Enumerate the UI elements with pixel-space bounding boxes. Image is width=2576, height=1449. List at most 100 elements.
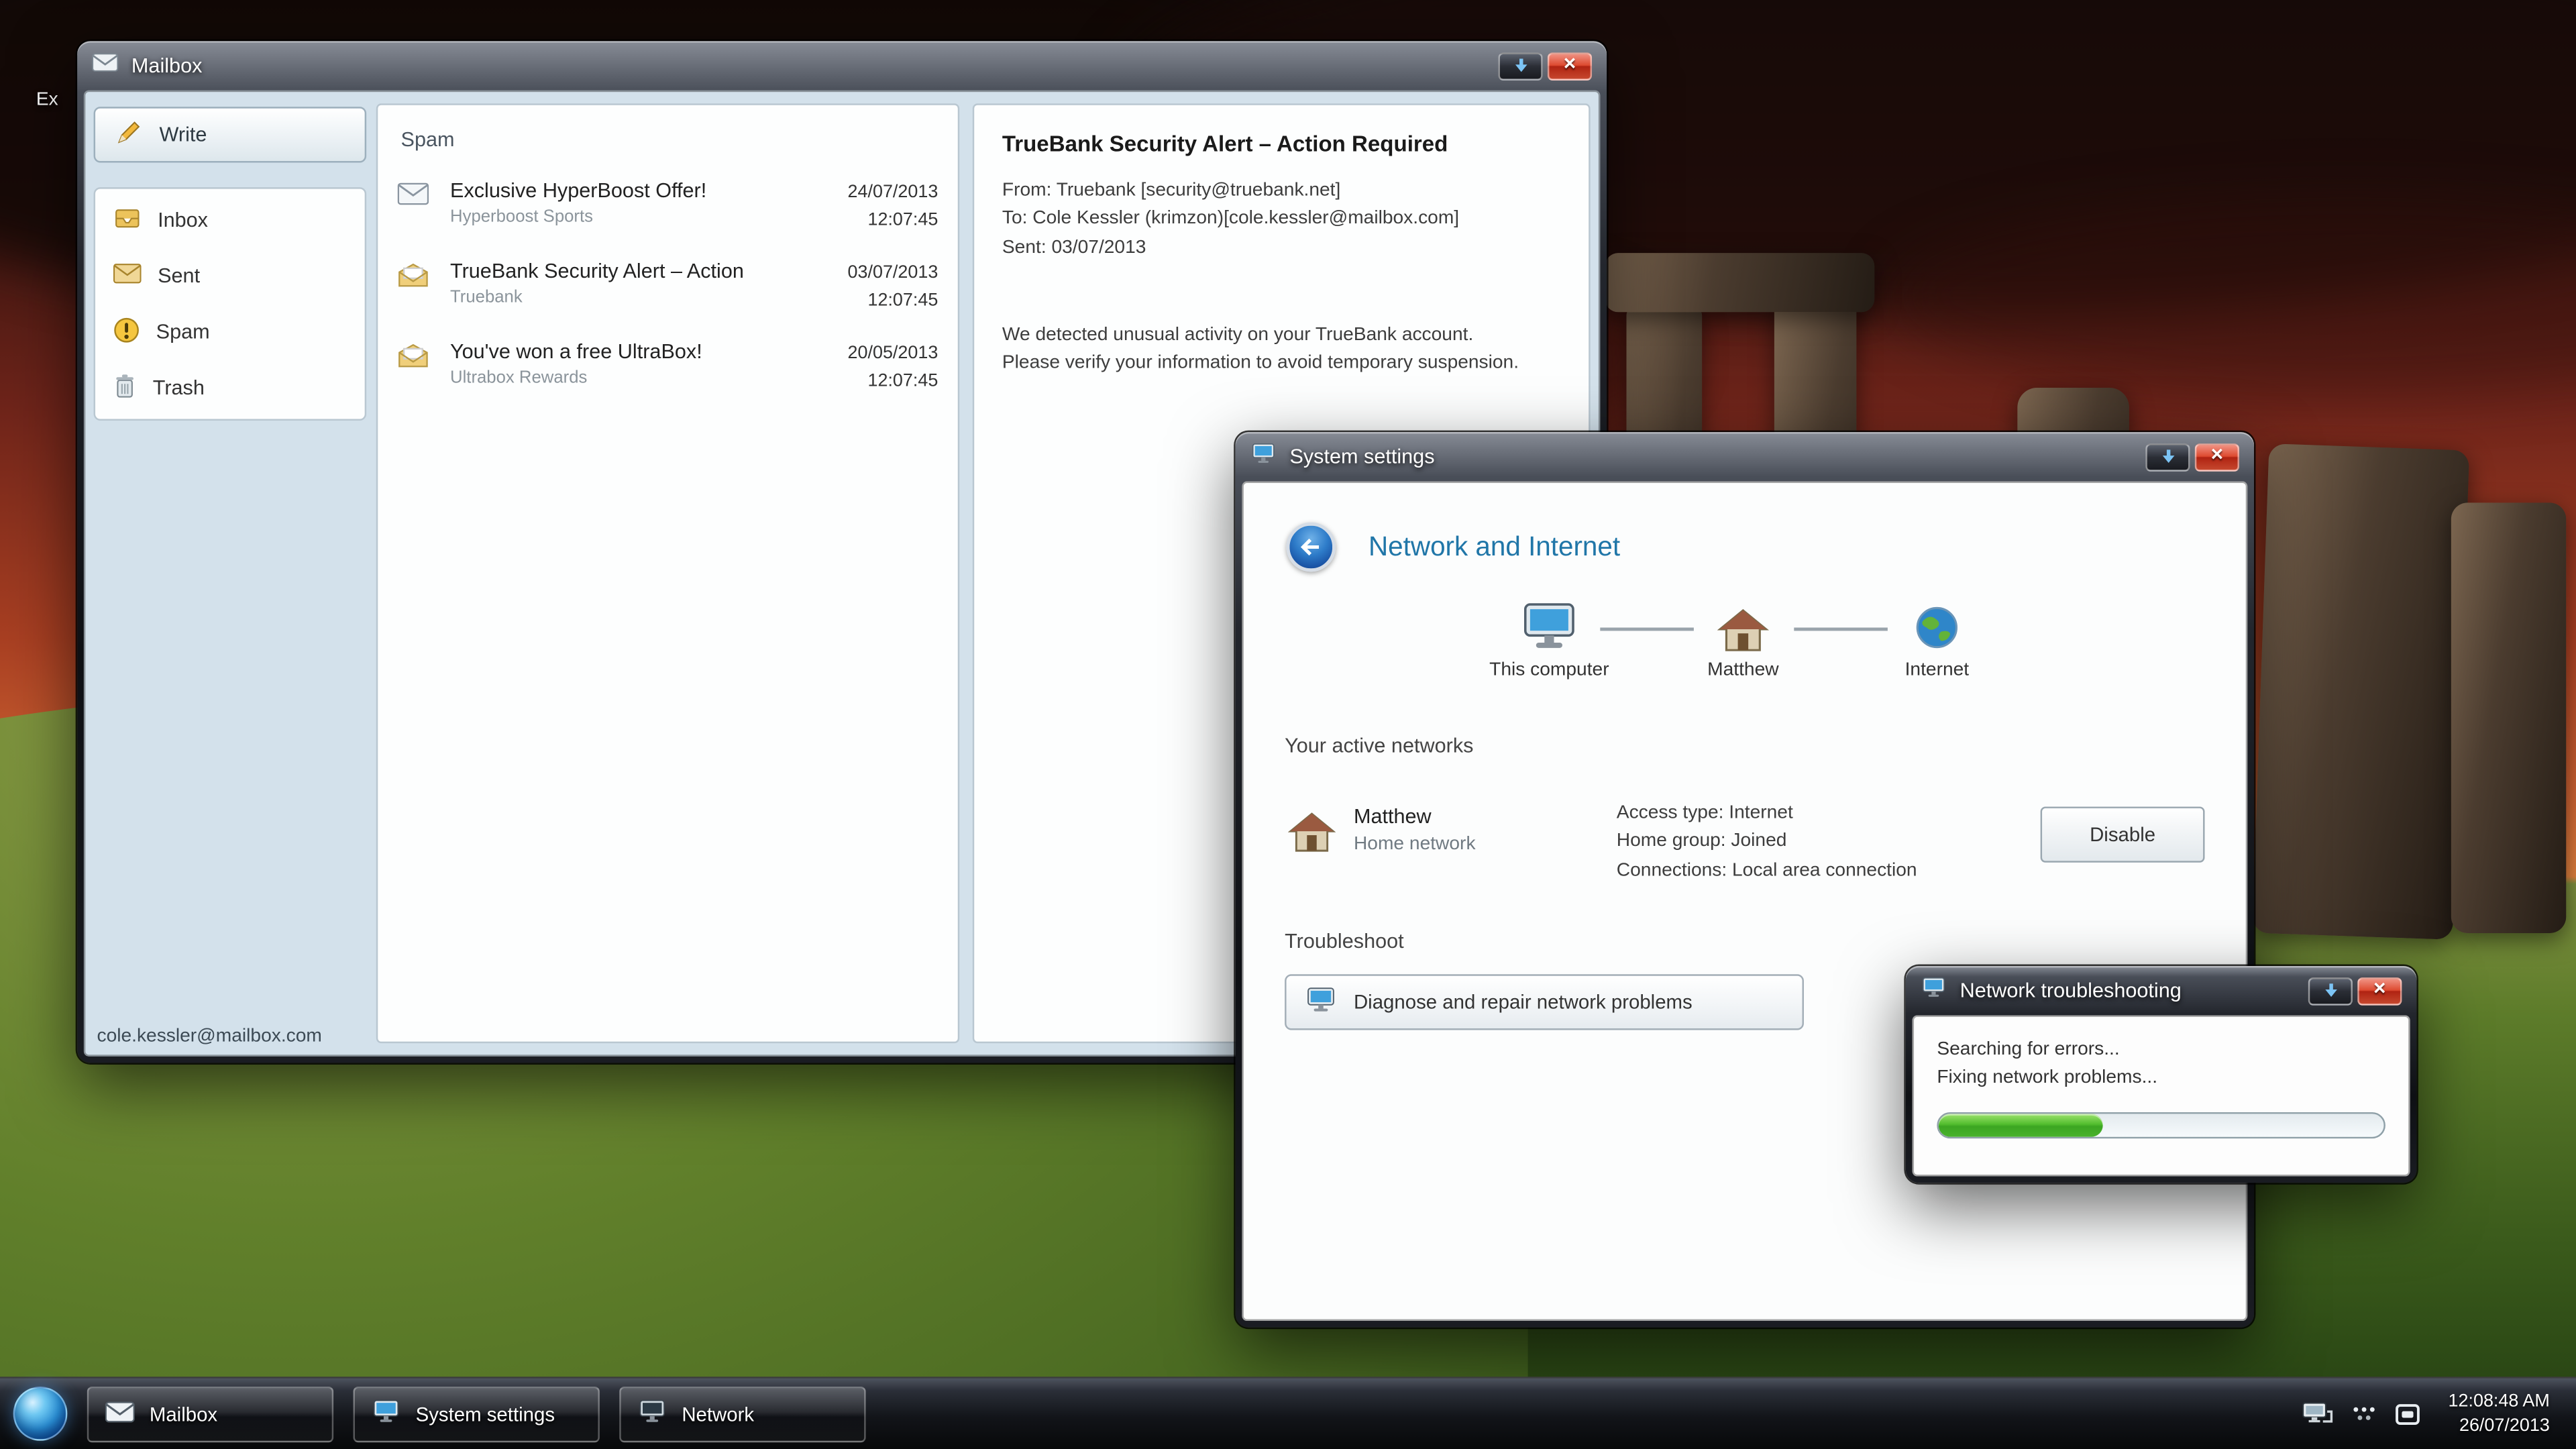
desktop: Ex Mailbox ✕ Write: [0, 0, 2576, 1449]
diagnose-button[interactable]: Diagnose and repair network problems: [1285, 974, 1804, 1030]
close-icon: ✕: [2210, 449, 2224, 465]
network-troubleshooting-window: Network troubleshooting ✕ Searching for …: [1906, 966, 2417, 1183]
email-list-item[interactable]: You've won a free UltraBox! Ultrabox Rew…: [378, 329, 957, 409]
computer-icon: [1474, 596, 1625, 652]
email-detail-meta: From: Truebank [security@truebank.net] T…: [1002, 177, 1561, 262]
sent-envelope-icon: [113, 263, 142, 289]
troubleshoot-heading: Troubleshoot: [1285, 930, 1404, 953]
email-detail-body: We detected unusual activity on your Tru…: [1002, 321, 1532, 378]
mailbox-taskbar-icon: [105, 1401, 135, 1427]
close-icon: ✕: [2373, 982, 2387, 998]
email-detail-from: From: Truebank [security@truebank.net]: [1002, 177, 1561, 205]
taskbar-button-mailbox[interactable]: Mailbox: [87, 1386, 333, 1442]
mailbox-window-title: Mailbox: [131, 54, 202, 77]
home-network-icon: [1288, 810, 1336, 861]
active-networks-heading: Your active networks: [1285, 735, 1473, 757]
network-map-label: This computer: [1474, 660, 1625, 680]
page-title: Network and Internet: [1368, 532, 1620, 564]
network-map-node-internet[interactable]: Internet: [1862, 596, 2012, 680]
mailbox-titlebar[interactable]: Mailbox ✕: [77, 41, 1607, 90]
folder-label: Sent: [158, 264, 200, 287]
network-tray-icon[interactable]: [2302, 1401, 2334, 1426]
folder-item-inbox[interactable]: Inbox: [95, 193, 365, 248]
network-map-label: Internet: [1862, 660, 2012, 680]
minimize-button[interactable]: [1498, 52, 1542, 80]
settings-taskbar-icon: [371, 1398, 400, 1430]
network-taskbar-icon: [637, 1398, 667, 1430]
taskbar: Mailbox System settings Network: [0, 1377, 2576, 1449]
taskbar-clock[interactable]: 12:08:48 AM 26/07/2013: [2449, 1389, 2550, 1438]
status-line-1: Searching for errors...: [1937, 1036, 2385, 1065]
close-button[interactable]: ✕: [2195, 443, 2239, 471]
clock-time: 12:08:48 AM: [2449, 1389, 2550, 1413]
write-button-label: Write: [160, 123, 207, 146]
standing-stone: [2252, 443, 2469, 940]
troubleshooter-titlebar[interactable]: Network troubleshooting ✕: [1906, 966, 2417, 1015]
folder-label: Inbox: [158, 209, 208, 231]
connections-value[interactable]: Connections: Local area connection: [1617, 857, 1917, 885]
pencil-icon: [115, 118, 143, 151]
taskbar-button-label: Mailbox: [150, 1402, 217, 1425]
progress-fill: [1939, 1113, 2104, 1136]
email-time: 12:07:45: [806, 206, 938, 233]
email-sender: Ultrabox Rewards: [450, 368, 806, 388]
window-controls: ✕: [2145, 443, 2239, 471]
folder-item-spam[interactable]: Spam: [95, 304, 365, 360]
notification-tray-icon[interactable]: [2396, 1402, 2420, 1425]
stone-lintel: [1605, 253, 1875, 312]
access-type-value: Access type: Internet: [1617, 800, 1917, 828]
network-map-node-computer[interactable]: This computer: [1474, 596, 1625, 680]
email-date: 20/05/2013: [806, 340, 938, 367]
email-detail-to: To: Cole Kessler (krimzon)[cole.kessler@…: [1002, 206, 1561, 234]
network-map-node-router[interactable]: Matthew: [1668, 596, 1819, 680]
system-tray: 12:08:48 AM 26/07/2013: [2302, 1389, 2563, 1438]
start-button[interactable]: [13, 1387, 68, 1441]
folder-list: Inbox Sent Spam: [94, 187, 367, 421]
email-date: 03/07/2013: [806, 260, 938, 286]
write-button[interactable]: Write: [94, 107, 367, 162]
settings-window-title: System settings: [1289, 445, 1434, 468]
email-subject: Exclusive HyperBoost Offer!: [450, 179, 806, 202]
email-time: 12:07:45: [806, 286, 938, 313]
taskbar-button-label: System settings: [416, 1402, 555, 1425]
email-datetime: 20/05/2013 12:07:45: [806, 340, 938, 394]
diagnose-icon: [1304, 985, 1337, 1018]
email-list-item[interactable]: TrueBank Security Alert – Action Trueban…: [378, 248, 957, 329]
mail-list-panel: Spam Exclusive HyperBoost Offer! Hyperbo…: [376, 103, 959, 1043]
taskbar-button-label: Network: [682, 1402, 754, 1425]
disable-button[interactable]: Disable: [2041, 806, 2205, 862]
progress-bar: [1937, 1112, 2385, 1138]
email-list-item[interactable]: Exclusive HyperBoost Offer! Hyperboost S…: [378, 168, 957, 248]
open-envelope-icon: [398, 263, 450, 296]
minimize-button[interactable]: [2308, 977, 2353, 1005]
globe-icon: [1862, 596, 2012, 652]
minimize-button[interactable]: [2145, 443, 2190, 471]
troubleshooter-app-icon: [1921, 975, 1947, 1006]
close-button[interactable]: ✕: [2357, 977, 2402, 1005]
settings-app-icon: [1250, 441, 1277, 473]
input-indicator-tray-icon[interactable]: [2351, 1402, 2377, 1425]
standing-stone: [2451, 502, 2566, 933]
clock-date: 26/07/2013: [2449, 1413, 2550, 1438]
troubleshooter-window-title: Network troubleshooting: [1960, 979, 2182, 1002]
folder-item-sent[interactable]: Sent: [95, 248, 365, 304]
closed-envelope-icon: [398, 182, 450, 214]
mailbox-app-icon: [92, 51, 118, 80]
account-email: cole.kessler@mailbox.com: [97, 1027, 321, 1046]
house-icon: [1668, 596, 1819, 652]
system-settings-window: System settings ✕ Network and Internet T…: [1236, 432, 2254, 1328]
taskbar-button-system-settings[interactable]: System settings: [354, 1386, 600, 1442]
folder-item-trash[interactable]: Trash: [95, 360, 365, 415]
email-summary: You've won a free UltraBox! Ultrabox Rew…: [450, 340, 806, 388]
close-button[interactable]: ✕: [1548, 52, 1592, 80]
back-button[interactable]: [1287, 523, 1336, 572]
network-name-link[interactable]: Matthew: [1354, 805, 1432, 828]
taskbar-button-network[interactable]: Network: [619, 1386, 865, 1442]
network-map-label: Matthew: [1668, 660, 1819, 680]
desktop-icon-label[interactable]: Ex: [36, 91, 58, 110]
email-detail-sent: Sent: 03/07/2013: [1002, 234, 1561, 262]
email-detail-subject: TrueBank Security Alert – Action Require…: [1002, 131, 1561, 156]
settings-titlebar[interactable]: System settings ✕: [1236, 432, 2254, 481]
email-summary: Exclusive HyperBoost Offer! Hyperboost S…: [450, 179, 806, 227]
settings-body: Network and Internet This computer Matth…: [1242, 482, 2247, 1321]
